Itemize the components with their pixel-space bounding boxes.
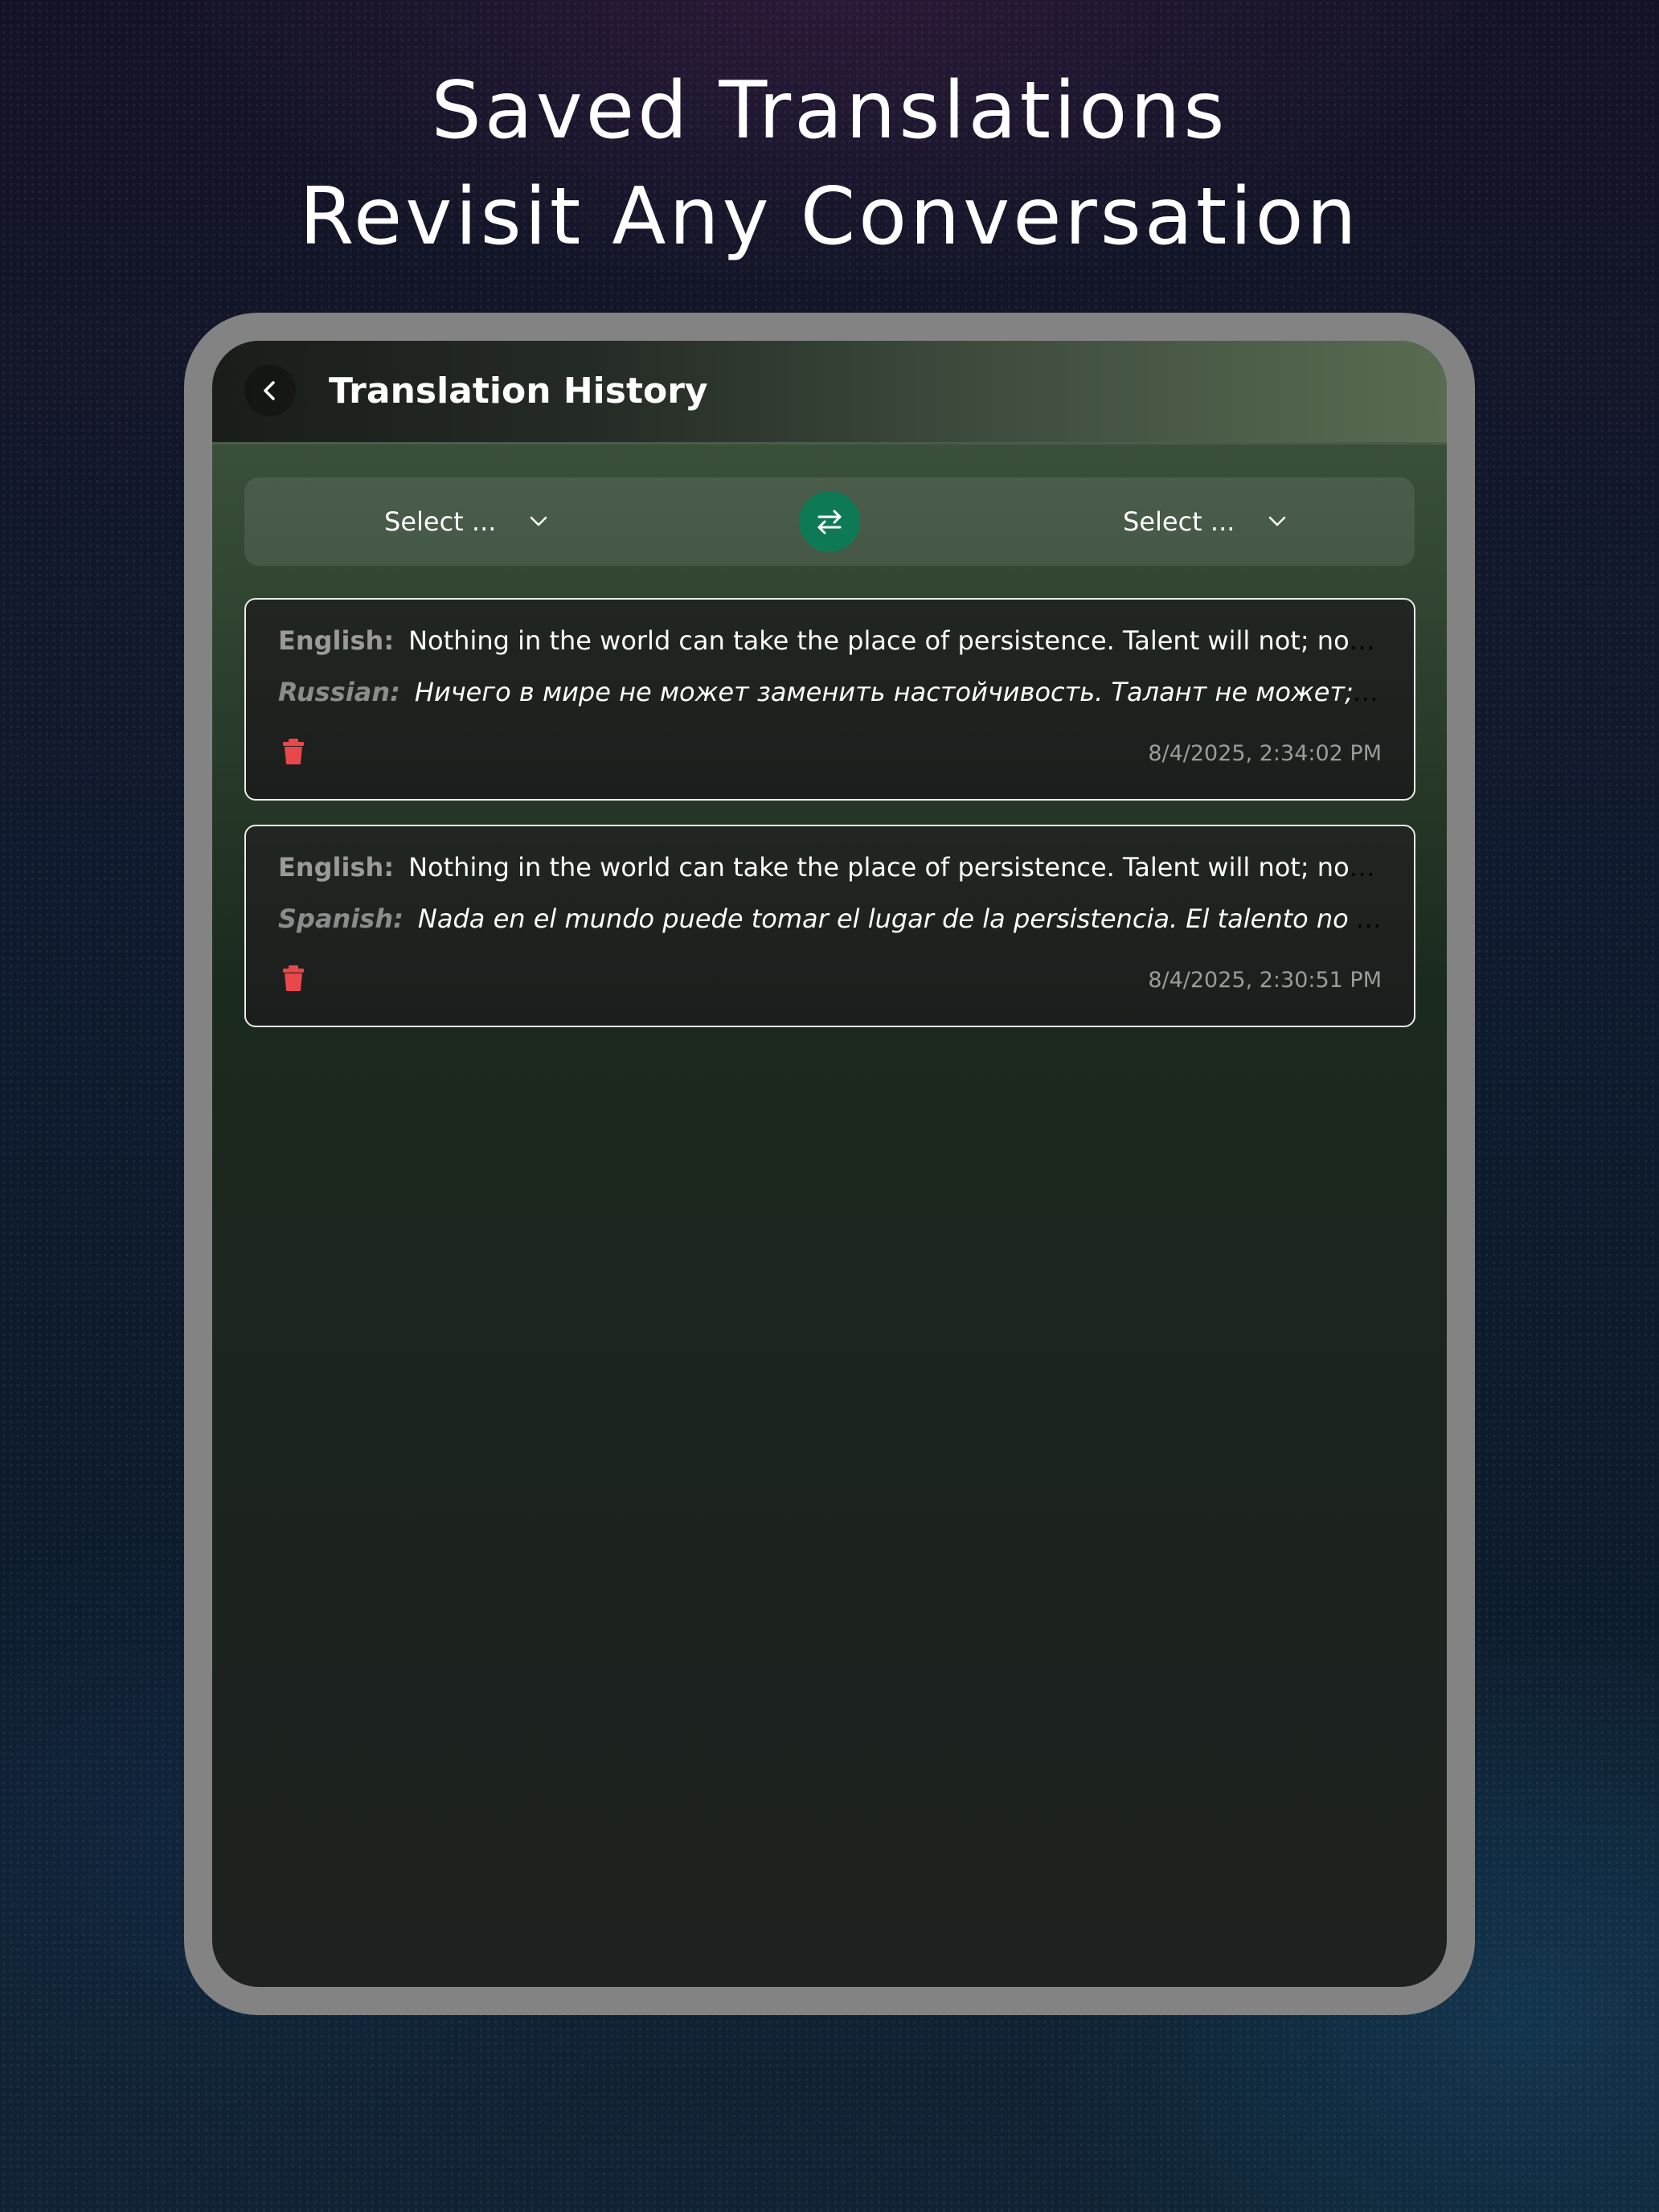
source-language-select[interactable]: Select ... bbox=[384, 477, 549, 566]
headline-line-1: Saved Translations bbox=[431, 65, 1228, 157]
chevron-left-icon bbox=[258, 379, 282, 403]
target-language-select[interactable]: Select ... bbox=[1123, 477, 1288, 566]
page-title: Translation History bbox=[329, 371, 708, 412]
chevron-down-icon bbox=[528, 515, 549, 528]
history-card[interactable]: English: Nothing in the world can take th… bbox=[244, 598, 1415, 801]
delete-button[interactable] bbox=[281, 738, 305, 765]
target-language-label: Spanish: bbox=[278, 903, 403, 934]
source-language-label: English: bbox=[278, 852, 395, 883]
timestamp: 8/4/2025, 2:30:51 PM bbox=[1148, 968, 1382, 993]
language-selector-bar: Select ... Select ... bbox=[244, 477, 1415, 566]
back-button[interactable] bbox=[244, 365, 296, 416]
app-bar: Translation History bbox=[212, 341, 1447, 444]
translated-text: Nada en el mundo puede tomar el lugar de… bbox=[417, 903, 1383, 934]
target-language-value: Select ... bbox=[1123, 506, 1235, 537]
source-text: Nothing in the world can take the place … bbox=[408, 852, 1383, 883]
timestamp: 8/4/2025, 2:34:02 PM bbox=[1148, 741, 1382, 766]
app-screen: Translation History Select ... Select ..… bbox=[212, 341, 1447, 1987]
history-card[interactable]: English: Nothing in the world can take th… bbox=[244, 825, 1415, 1027]
source-language-label: English: bbox=[278, 625, 395, 656]
source-row: English: Nothing in the world can take th… bbox=[278, 847, 1383, 887]
source-text: Nothing in the world can take the place … bbox=[408, 625, 1383, 656]
swap-arrows-icon bbox=[813, 506, 846, 538]
translation-row: Russian: Ничего в мире не может заменить … bbox=[278, 672, 1383, 712]
source-language-value: Select ... bbox=[384, 506, 497, 537]
chevron-down-icon bbox=[1267, 515, 1288, 528]
trash-icon bbox=[281, 965, 305, 995]
swap-languages-button[interactable] bbox=[799, 491, 860, 552]
translation-row: Spanish: Nada en el mundo puede tomar el … bbox=[278, 899, 1383, 939]
target-language-label: Russian: bbox=[278, 677, 400, 707]
translated-text: Ничего в мире не может заменить настойчи… bbox=[414, 677, 1383, 707]
headline-line-2: Revisit Any Conversation bbox=[299, 171, 1360, 263]
source-row: English: Nothing in the world can take th… bbox=[278, 621, 1383, 661]
trash-icon bbox=[281, 738, 305, 768]
delete-button[interactable] bbox=[281, 965, 305, 992]
promo-headline: Saved Translations Revisit Any Conversat… bbox=[0, 58, 1659, 270]
